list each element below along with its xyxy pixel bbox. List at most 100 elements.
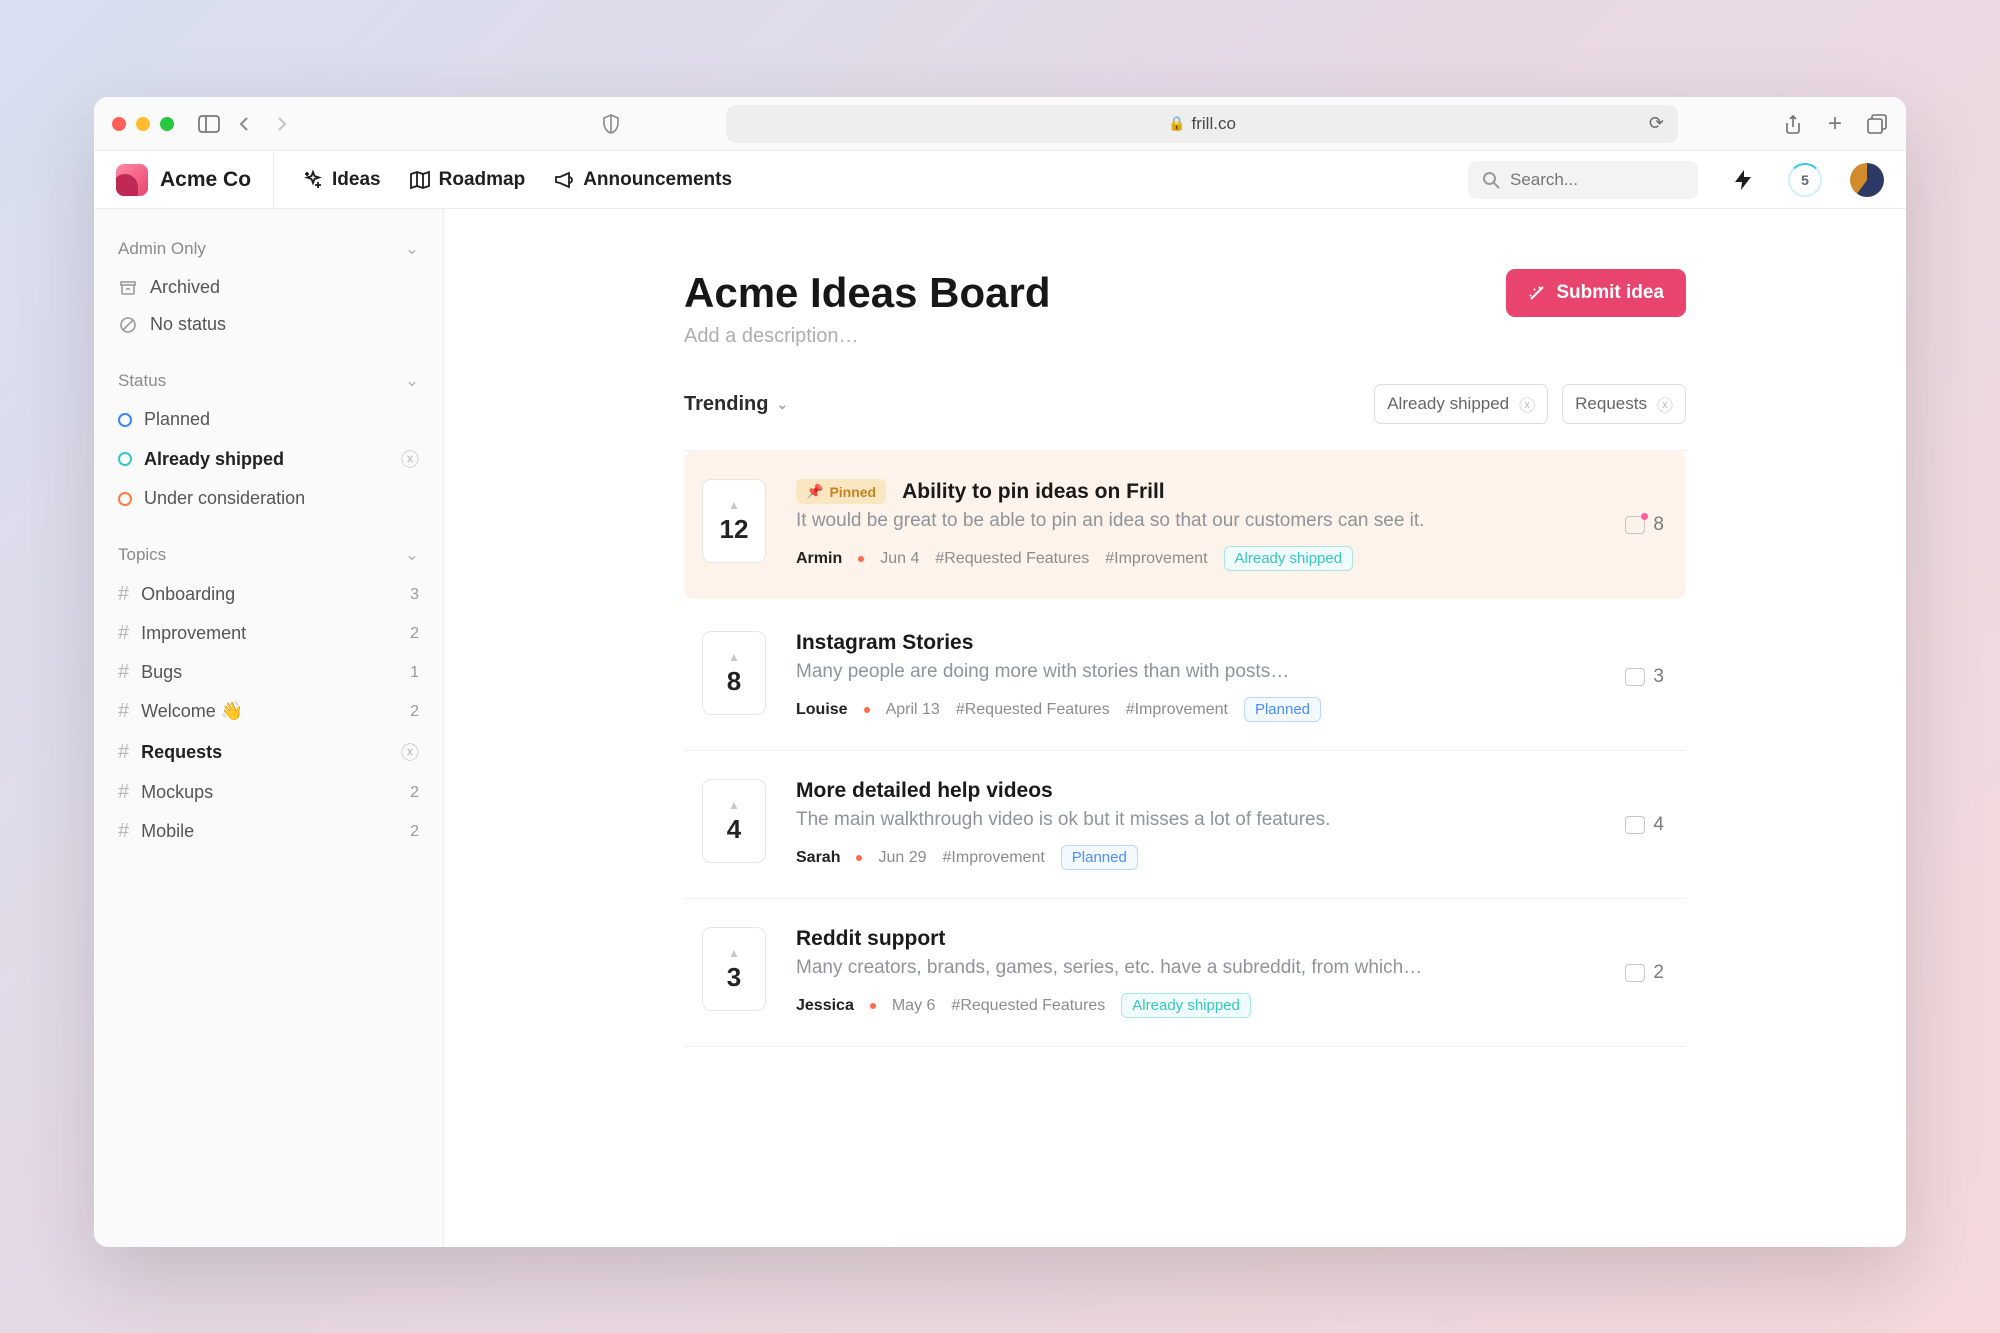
idea-card[interactable]: ▲4More detailed help videosThe main walk… xyxy=(684,751,1686,899)
sidebar-item-under-consideration[interactable]: Under consideration xyxy=(112,480,425,517)
idea-tag[interactable]: #Requested Features xyxy=(951,997,1105,1015)
status-chip[interactable]: Already shipped xyxy=(1121,993,1251,1018)
topic-count: 2 xyxy=(410,625,419,643)
vote-button[interactable]: ▲4 xyxy=(702,779,766,863)
sidebar-heading-admin[interactable]: Admin Only ⌄ xyxy=(112,239,425,259)
wand-icon xyxy=(1528,284,1546,302)
main-content: Acme Ideas Board Add a description… Subm… xyxy=(444,209,1906,1247)
idea-card[interactable]: ▲3Reddit supportMany creators, brands, g… xyxy=(684,899,1686,1047)
sidebar-item-topic[interactable]: #Requestsⓧ xyxy=(112,731,425,773)
status-chip[interactable]: Planned xyxy=(1061,845,1138,870)
board-description-placeholder[interactable]: Add a description… xyxy=(684,325,1050,348)
window-zoom-icon[interactable] xyxy=(160,117,174,131)
nav-ideas-label: Ideas xyxy=(332,169,381,191)
idea-tag[interactable]: #Improvement xyxy=(1126,701,1228,719)
idea-author[interactable]: Sarah xyxy=(796,849,840,867)
sidebar-item-label: Mockups xyxy=(141,782,398,803)
nav-ideas[interactable]: Ideas xyxy=(302,169,381,191)
brand[interactable]: Acme Co xyxy=(116,151,274,208)
clear-filter-icon[interactable]: ⓧ xyxy=(401,739,419,765)
hash-icon: # xyxy=(118,661,129,684)
sidebar-item-topic[interactable]: #Improvement2 xyxy=(112,614,425,653)
sidebar-item-planned[interactable]: Planned xyxy=(112,401,425,438)
sidebar-item-topic[interactable]: #Bugs1 xyxy=(112,653,425,692)
hash-icon: # xyxy=(118,622,129,645)
hash-icon: # xyxy=(118,700,129,723)
reload-icon[interactable]: ⟳ xyxy=(1649,113,1664,134)
status-dot-icon xyxy=(118,452,132,466)
idea-tag[interactable]: #Improvement xyxy=(1105,550,1207,568)
comment-count[interactable]: 4 xyxy=(1625,814,1664,836)
url-host: frill.co xyxy=(1192,114,1236,134)
comment-count[interactable]: 2 xyxy=(1625,962,1664,984)
notification-count[interactable]: 5 xyxy=(1788,163,1822,197)
address-bar[interactable]: 🔒 frill.co ⟳ xyxy=(726,105,1678,143)
sidebar-item-label: Mobile xyxy=(141,821,398,842)
sidebar-item-label: Planned xyxy=(144,409,419,430)
privacy-shield-icon[interactable] xyxy=(600,113,622,135)
remove-filter-icon[interactable]: ⓧ xyxy=(1657,392,1673,416)
sidebar-item-label: Requests xyxy=(141,742,389,763)
nav-back-icon[interactable] xyxy=(234,113,256,135)
sidebar-item-topic[interactable]: #Welcome 👋2 xyxy=(112,692,425,731)
idea-card[interactable]: ▲8Instagram StoriesMany people are doing… xyxy=(684,603,1686,751)
search-box[interactable] xyxy=(1468,161,1698,199)
status-chip[interactable]: Planned xyxy=(1244,697,1321,722)
hash-icon: # xyxy=(118,781,129,804)
sidebar-item-label: Onboarding xyxy=(141,584,398,605)
upvote-arrow-icon: ▲ xyxy=(728,498,740,512)
megaphone-icon xyxy=(553,169,575,191)
vote-button[interactable]: ▲8 xyxy=(702,631,766,715)
vote-count: 12 xyxy=(720,514,749,545)
sidebar-item-topic[interactable]: #Mockups2 xyxy=(112,773,425,812)
nav-announcements[interactable]: Announcements xyxy=(553,169,732,191)
idea-author[interactable]: Louise xyxy=(796,701,848,719)
clear-filter-icon[interactable]: ⓧ xyxy=(401,446,419,472)
tabs-overview-icon[interactable] xyxy=(1866,113,1888,135)
traffic-lights xyxy=(112,117,174,131)
sidebar-item-label: Welcome 👋 xyxy=(141,701,398,722)
sidebar-item-label: Under consideration xyxy=(144,488,419,509)
user-avatar[interactable] xyxy=(1850,163,1884,197)
sidebar-item-no-status[interactable]: No status xyxy=(112,306,425,343)
vote-count: 3 xyxy=(727,962,741,993)
comment-count[interactable]: 3 xyxy=(1625,666,1664,688)
chevron-down-icon: ⌄ xyxy=(405,371,419,391)
changelog-icon[interactable] xyxy=(1726,163,1760,197)
idea-tag[interactable]: #Requested Features xyxy=(956,701,1110,719)
idea-author[interactable]: Jessica xyxy=(796,997,854,1015)
idea-tag[interactable]: #Improvement xyxy=(943,849,1045,867)
sidebar-heading-topics[interactable]: Topics ⌄ xyxy=(112,545,425,565)
sidebar-section-status: Status ⌄ Planned Already shipped ⓧ Under… xyxy=(112,371,425,517)
sidebar-item-already-shipped[interactable]: Already shipped ⓧ xyxy=(112,438,425,480)
window-minimize-icon[interactable] xyxy=(136,117,150,131)
filter-pill-shipped[interactable]: Already shipped ⓧ xyxy=(1374,384,1548,424)
sidebar-item-topic[interactable]: #Mobile2 xyxy=(112,812,425,851)
remove-filter-icon[interactable]: ⓧ xyxy=(1519,392,1535,416)
search-input[interactable] xyxy=(1510,170,1684,190)
sidebar-item-topic[interactable]: #Onboarding3 xyxy=(112,575,425,614)
sidebar-heading-status[interactable]: Status ⌄ xyxy=(112,371,425,391)
nav-roadmap[interactable]: Roadmap xyxy=(409,169,526,191)
window-close-icon[interactable] xyxy=(112,117,126,131)
status-chip[interactable]: Already shipped xyxy=(1224,546,1354,571)
filter-pill-requests[interactable]: Requests ⓧ xyxy=(1562,384,1686,424)
idea-tag[interactable]: #Requested Features xyxy=(935,550,1089,568)
idea-date: Jun 4 xyxy=(880,550,919,568)
idea-excerpt: The main walkthrough video is ok but it … xyxy=(796,809,1668,831)
idea-card[interactable]: ▲12📌PinnedAbility to pin ideas on FrillI… xyxy=(684,451,1686,599)
sort-dropdown[interactable]: Trending ⌄ xyxy=(684,393,788,416)
submit-idea-button[interactable]: Submit idea xyxy=(1506,269,1686,317)
new-tab-icon[interactable]: + xyxy=(1824,113,1846,135)
vote-count: 8 xyxy=(727,666,741,697)
comment-count[interactable]: 8 xyxy=(1625,514,1664,536)
sidebar-item-archived[interactable]: Archived xyxy=(112,269,425,306)
nav-announcements-label: Announcements xyxy=(583,169,732,191)
idea-author[interactable]: Armin xyxy=(796,550,842,568)
nav-forward-icon[interactable] xyxy=(270,113,292,135)
vote-button[interactable]: ▲3 xyxy=(702,927,766,1011)
idea-excerpt: Many creators, brands, games, series, et… xyxy=(796,957,1668,979)
sidebar-toggle-icon[interactable] xyxy=(198,113,220,135)
share-icon[interactable] xyxy=(1782,113,1804,135)
vote-button[interactable]: ▲ 12 xyxy=(702,479,766,563)
